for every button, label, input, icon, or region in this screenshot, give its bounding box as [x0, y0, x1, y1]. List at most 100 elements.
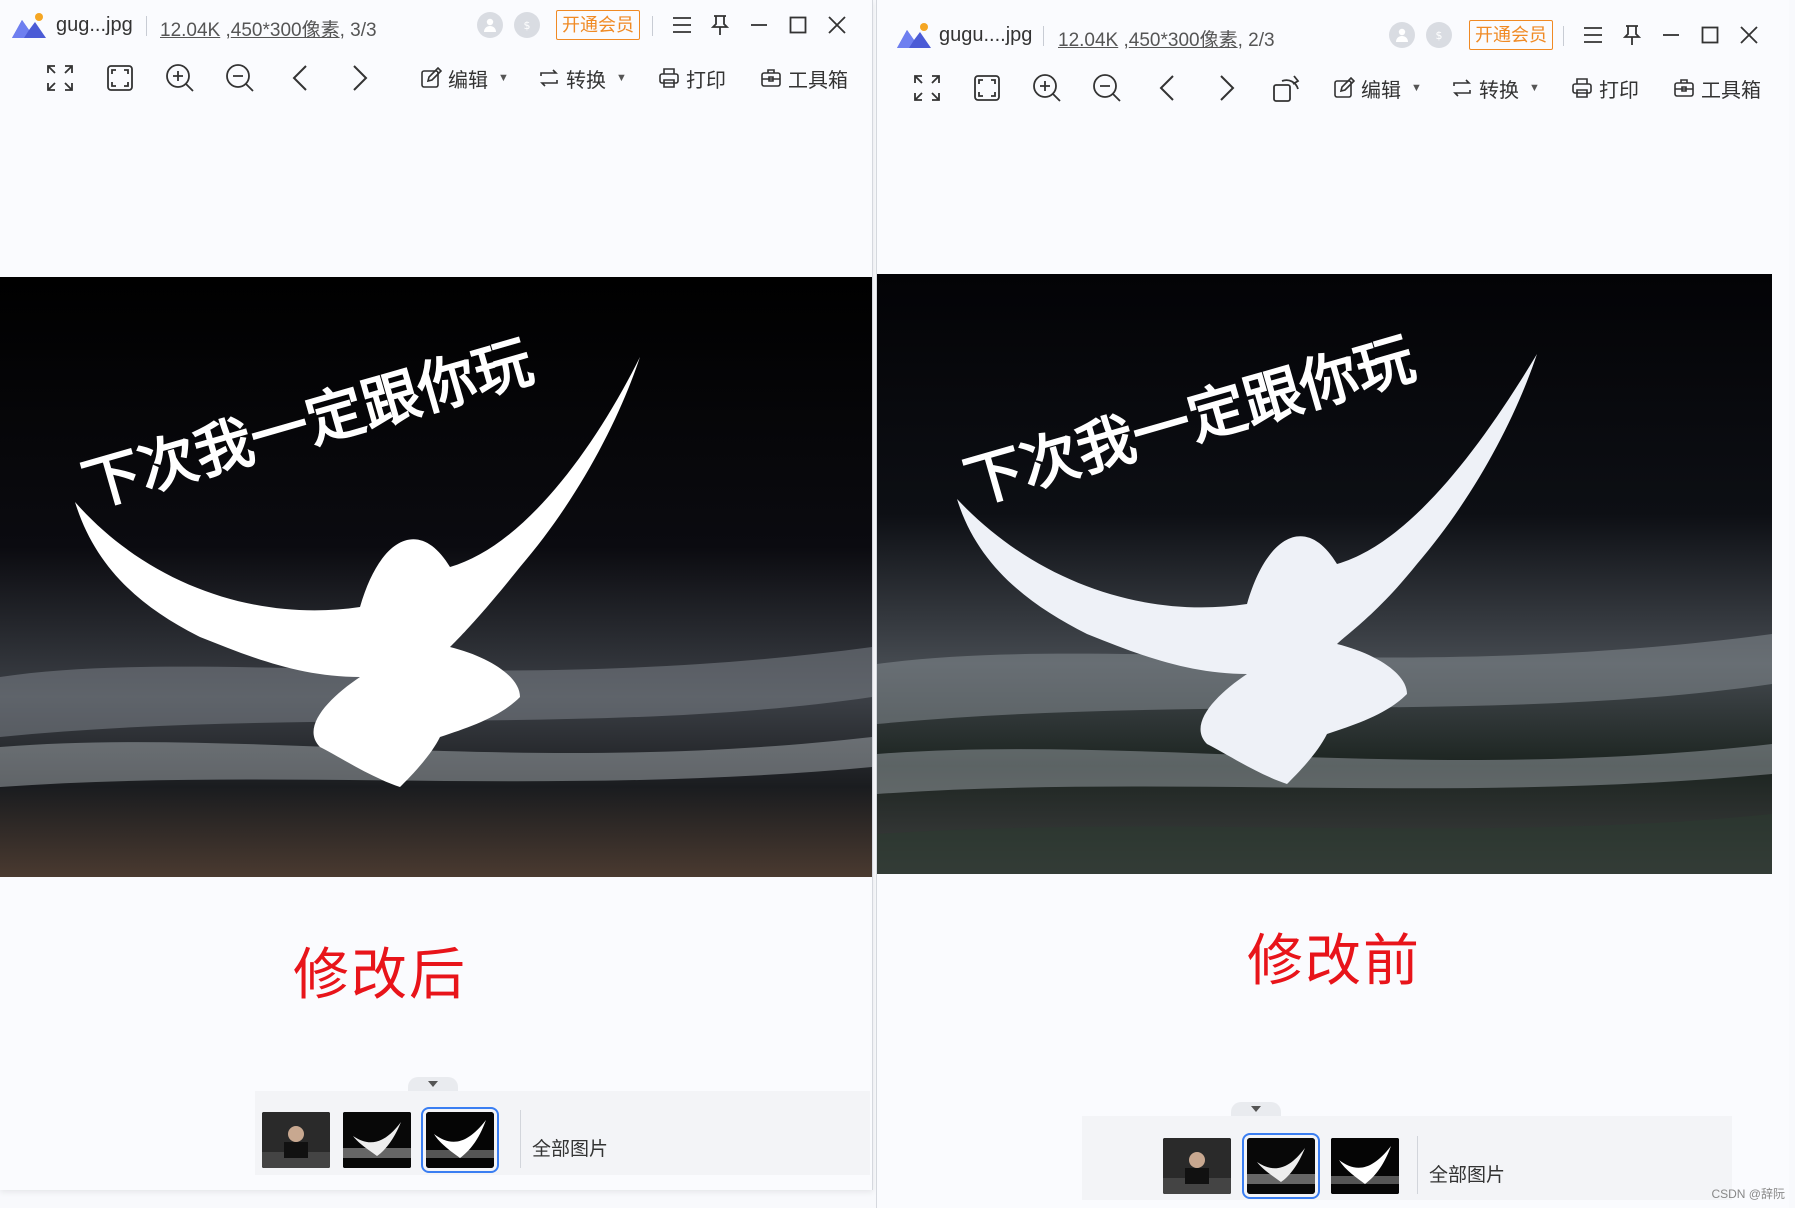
app-logo-icon: [897, 23, 931, 48]
convert-icon: [1453, 79, 1471, 97]
file-size-link[interactable]: 12.04K: [160, 20, 220, 41]
convert-menu[interactable]: 转换 ▼: [538, 60, 627, 96]
file-dims-link[interactable]: 450*300像素: [231, 20, 340, 41]
coin-icon[interactable]: $: [1426, 22, 1452, 48]
title-bar[interactable]: gugu....jpg 12.04K ,450*300像素, 2/3 $ 开通会…: [877, 0, 1789, 51]
file-meta: 12.04K ,450*300像素, 3/3: [160, 20, 377, 41]
convert-label: 转换: [566, 69, 606, 92]
chevron-down-icon: ▼: [616, 72, 627, 84]
print-label: 打印: [686, 69, 726, 92]
convert-icon: [540, 69, 558, 87]
title-divider: [146, 16, 147, 36]
print-icon: [659, 68, 679, 88]
app-logo-icon: [12, 13, 46, 38]
zoom-in-icon[interactable]: [162, 60, 198, 96]
thumbnail-3[interactable]: [1331, 1138, 1399, 1194]
caption-before: 修改前: [1247, 929, 1421, 992]
thumbnail-3[interactable]: [421, 1107, 499, 1173]
thumbnail-2[interactable]: [1242, 1133, 1320, 1199]
maximize-icon[interactable]: [784, 11, 812, 39]
coin-icon[interactable]: $: [514, 12, 540, 38]
prev-icon[interactable]: [1149, 70, 1185, 106]
title-divider: [652, 16, 653, 36]
toolbox-icon: [1674, 79, 1694, 97]
edit-menu[interactable]: 编辑 ▼: [420, 60, 509, 96]
toolbar: 编辑 ▼ 转换 ▼ 打印 工具箱: [0, 55, 872, 105]
chevron-down-icon: [428, 1081, 438, 1087]
title-divider: [1563, 26, 1564, 46]
collapse-thumbs-button[interactable]: [1231, 1102, 1281, 1116]
rotate-icon[interactable]: [1269, 70, 1305, 106]
chevron-down-icon: ▼: [498, 72, 509, 84]
edit-label: 编辑: [1361, 79, 1401, 102]
pin-icon[interactable]: [1618, 21, 1646, 49]
close-icon[interactable]: [1735, 21, 1763, 49]
print-label: 打印: [1599, 79, 1639, 102]
title-divider: [1043, 26, 1044, 46]
thumb-divider: [520, 1110, 521, 1168]
convert-label: 转换: [1479, 79, 1519, 102]
convert-menu[interactable]: 转换 ▼: [1451, 70, 1540, 106]
collapse-thumbs-button[interactable]: [408, 1077, 458, 1091]
file-size-link[interactable]: 12.04K: [1058, 30, 1118, 51]
image-canvas[interactable]: 下次我一定跟你玩: [0, 277, 872, 877]
svg-text:$: $: [524, 19, 531, 32]
thumbnail-1[interactable]: [1163, 1138, 1231, 1194]
avatar-icon[interactable]: [1389, 22, 1415, 48]
zoom-out-icon[interactable]: [1089, 70, 1125, 106]
menu-icon[interactable]: [1579, 21, 1607, 49]
fit-icon[interactable]: [969, 70, 1005, 106]
thumb-divider: [1417, 1136, 1418, 1194]
avatar-icon[interactable]: [477, 12, 503, 38]
dove-image: 下次我一定跟你玩: [877, 274, 1772, 874]
thumbnail-2[interactable]: [343, 1112, 411, 1168]
file-meta: 12.04K ,450*300像素, 2/3: [1058, 30, 1275, 51]
file-name: gugu....jpg: [939, 24, 1033, 46]
thumbnail-1[interactable]: [262, 1112, 330, 1168]
toolbox-label: 工具箱: [788, 69, 848, 92]
next-icon[interactable]: [1209, 70, 1245, 106]
toolbox-button[interactable]: 工具箱: [760, 60, 848, 96]
zoom-out-icon[interactable]: [222, 60, 258, 96]
chevron-down-icon: [1251, 1106, 1261, 1112]
fullscreen-icon[interactable]: [909, 70, 945, 106]
image-canvas[interactable]: 下次我一定跟你玩: [877, 274, 1772, 874]
vip-button[interactable]: 开通会员: [1469, 20, 1553, 50]
all-images-link[interactable]: 全部图片: [1429, 1160, 1505, 1187]
edit-icon: [1334, 77, 1355, 98]
print-icon: [1572, 78, 1592, 98]
image-position: , 2/3: [1237, 30, 1275, 51]
minimize-icon[interactable]: [745, 11, 773, 39]
pin-icon[interactable]: [706, 11, 734, 39]
zoom-in-icon[interactable]: [1029, 70, 1065, 106]
title-bar[interactable]: gug...jpg 12.04K ,450*300像素, 3/3 $ 开通会员: [0, 0, 872, 50]
edit-menu[interactable]: 编辑 ▼: [1333, 70, 1422, 106]
vip-button[interactable]: 开通会员: [556, 10, 640, 40]
minimize-icon[interactable]: [1657, 21, 1685, 49]
edit-label: 编辑: [448, 69, 488, 92]
toolbox-label: 工具箱: [1701, 79, 1761, 102]
svg-text:$: $: [1436, 29, 1443, 42]
toolbox-icon: [761, 69, 781, 87]
chevron-down-icon: ▼: [1411, 82, 1422, 94]
file-dims-link[interactable]: 450*300像素: [1129, 30, 1238, 51]
caption-after: 修改后: [293, 943, 467, 1006]
all-images-link[interactable]: 全部图片: [532, 1134, 608, 1161]
menu-icon[interactable]: [668, 11, 696, 39]
toolbox-button[interactable]: 工具箱: [1673, 70, 1761, 106]
print-button[interactable]: 打印: [1571, 70, 1639, 106]
close-icon[interactable]: [823, 11, 851, 39]
viewer-window-before: gugu....jpg 12.04K ,450*300像素, 2/3 $ 开通会…: [876, 0, 1789, 1208]
toolbar: 编辑 ▼ 转换 ▼ 打印 工具箱: [877, 70, 1789, 120]
fullscreen-icon[interactable]: [42, 60, 78, 96]
viewer-window-after: gug...jpg 12.04K ,450*300像素, 3/3 $ 开通会员: [0, 0, 873, 1190]
dove-image: 下次我一定跟你玩: [0, 277, 872, 877]
next-icon[interactable]: [342, 60, 378, 96]
edit-icon: [421, 67, 442, 88]
fit-icon[interactable]: [102, 60, 138, 96]
print-button[interactable]: 打印: [658, 60, 726, 96]
chevron-down-icon: ▼: [1529, 82, 1540, 94]
watermark: CSDN @辞阮: [1711, 1187, 1785, 1201]
maximize-icon[interactable]: [1696, 21, 1724, 49]
prev-icon[interactable]: [282, 60, 318, 96]
